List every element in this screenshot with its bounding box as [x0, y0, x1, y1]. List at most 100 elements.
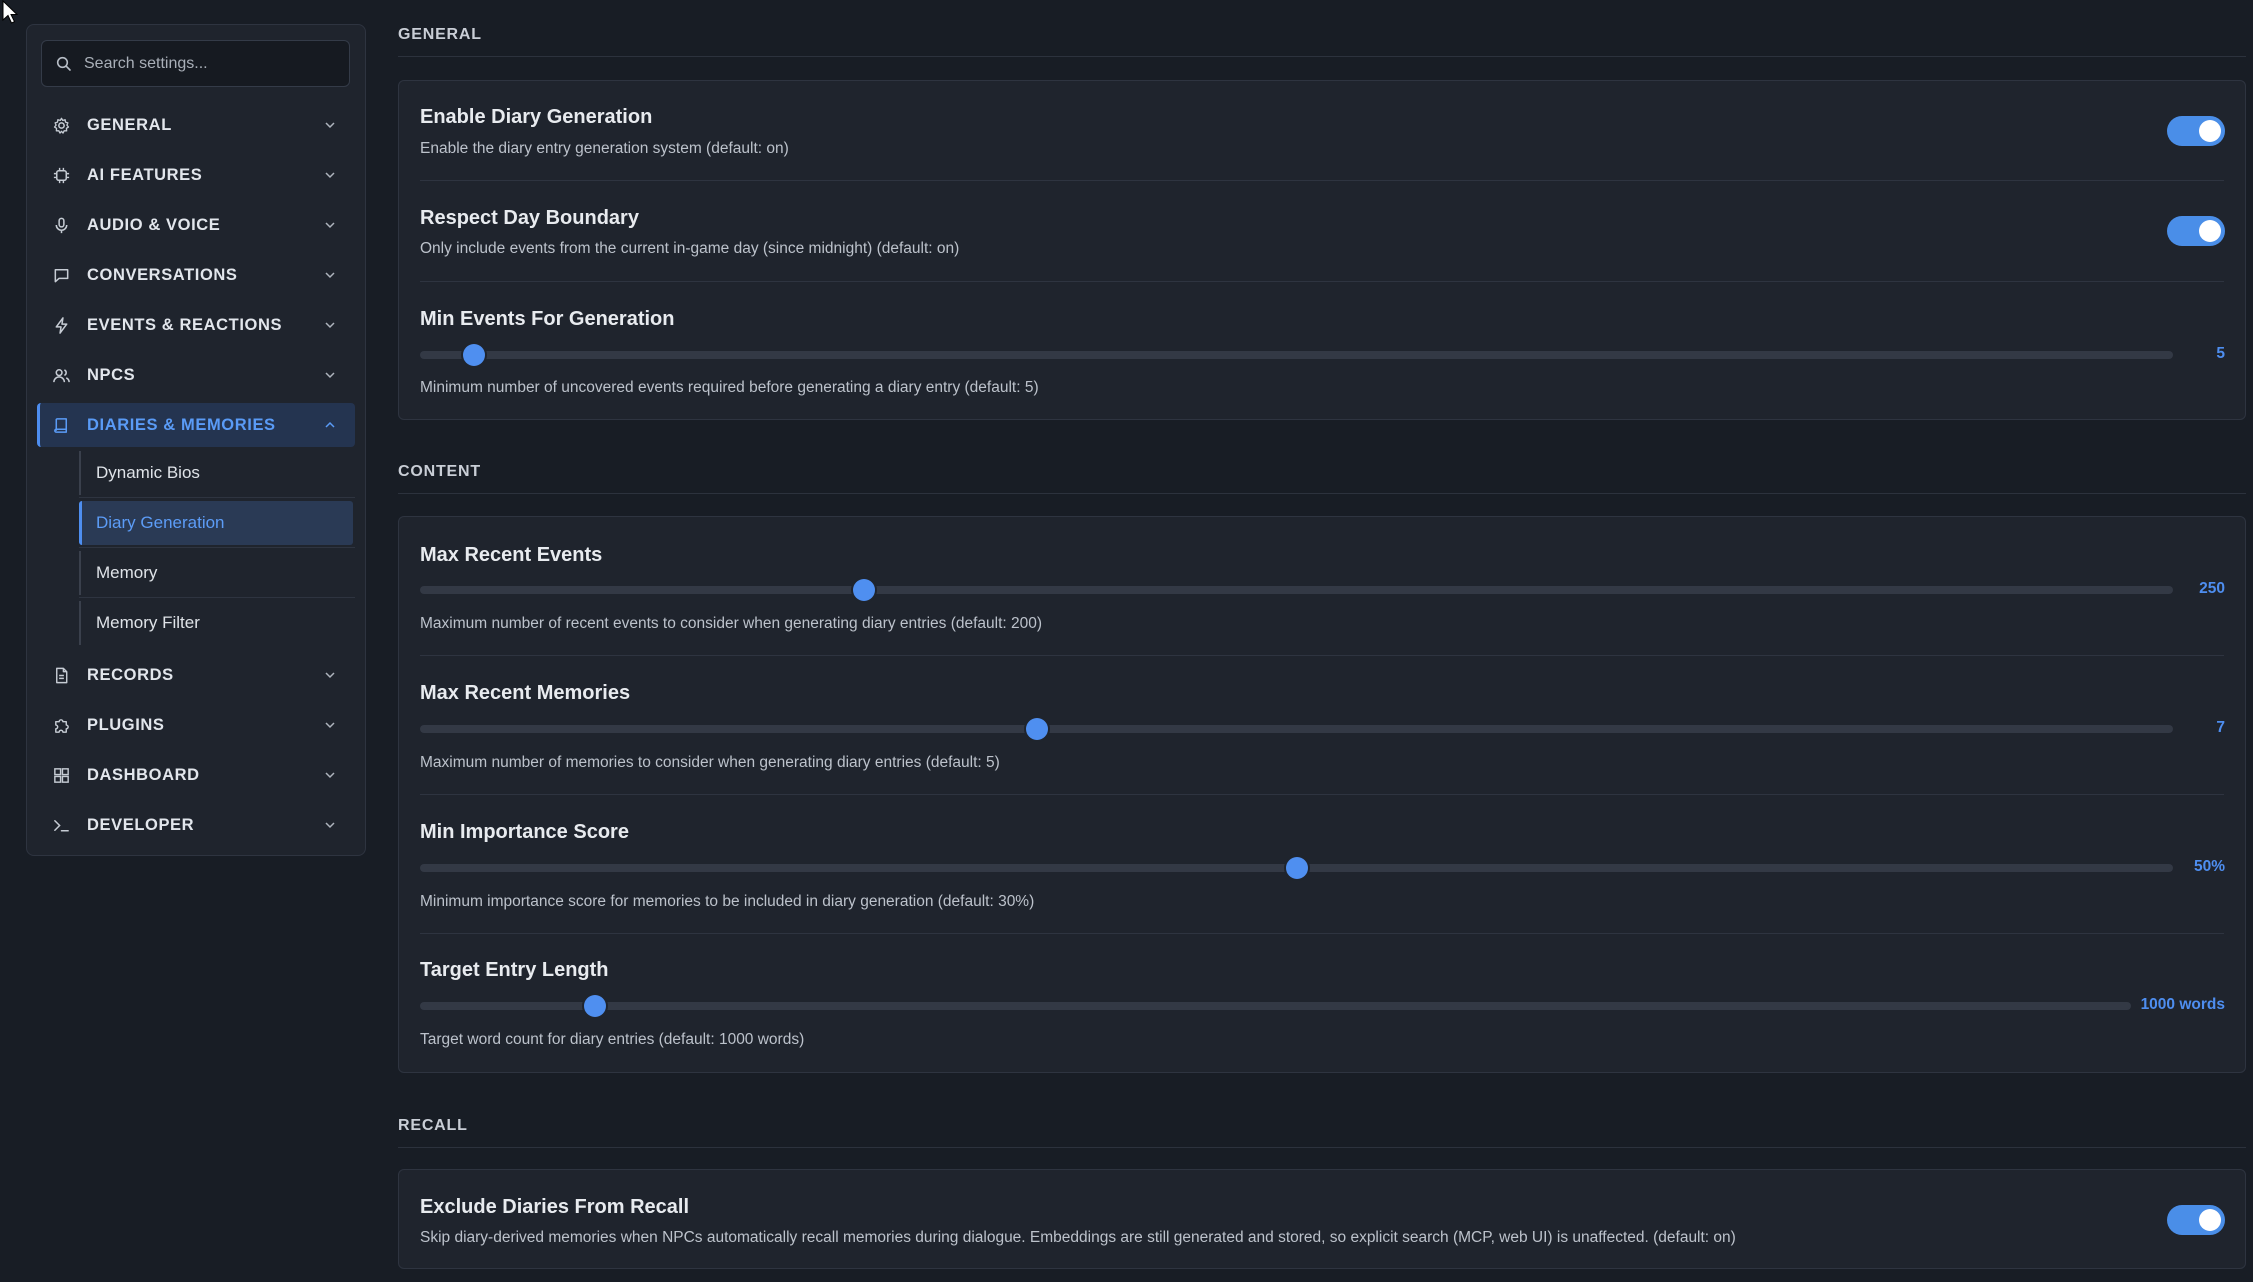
- mouse-cursor-icon: [2, 0, 19, 24]
- setting-label: Enable Diary Generation: [420, 106, 653, 128]
- divider: [79, 497, 355, 498]
- sidebar-item-developer[interactable]: DEVELOPER: [37, 803, 355, 847]
- setting-label: Target Entry Length: [420, 959, 609, 981]
- setting-label: Exclude Diaries From Recall: [420, 1196, 690, 1218]
- sidebar-item-audio-voice[interactable]: AUDIO & VOICE: [37, 203, 355, 247]
- sidebar-item-diaries-memories[interactable]: DIARIES & MEMORIES: [37, 403, 355, 447]
- sidebar-item-general[interactable]: GENERAL: [37, 103, 355, 147]
- sidebar-subitem-label: Dynamic Bios: [96, 463, 200, 482]
- lightning-icon: [51, 315, 71, 335]
- setting-description: Skip diary-derived memories when NPCs au…: [420, 1229, 1736, 1246]
- max-recent-events-slider[interactable]: [420, 579, 2173, 601]
- sidebar-item-label: NPCS: [87, 365, 136, 384]
- sidebar-subitem-label: Diary Generation: [96, 513, 225, 532]
- divider: [398, 56, 2246, 57]
- slider-thumb[interactable]: [852, 579, 875, 601]
- chevron-down-icon: [325, 772, 335, 779]
- sidebar-item-events-reactions[interactable]: EVENTS & REACTIONS: [37, 303, 355, 347]
- chip-icon: [51, 165, 71, 185]
- toggle-knob: [2199, 1209, 2221, 1231]
- sidebar-item-label: EVENTS & REACTIONS: [87, 315, 283, 334]
- chevron-down-icon: [325, 672, 335, 679]
- divider: [398, 493, 2246, 494]
- setting-min-events-for-generation: Min Events For Generation 5 Minimum numb…: [399, 281, 2245, 421]
- slider-thumb[interactable]: [1026, 718, 1049, 740]
- chevron-down-icon: [325, 222, 335, 229]
- exclude-diaries-toggle[interactable]: [2167, 1205, 2225, 1235]
- content-card: Max Recent Events 250 Maximum number of …: [398, 516, 2246, 1073]
- toggle-knob: [2199, 120, 2221, 142]
- section-title-general: GENERAL: [398, 26, 482, 43]
- sidebar-item-label: RECORDS: [87, 665, 174, 684]
- grid-icon: [51, 765, 71, 785]
- setting-label: Max Recent Events: [420, 544, 603, 566]
- slider-thumb[interactable]: [463, 344, 486, 366]
- sidebar-item-label: AI FEATURES: [87, 165, 203, 184]
- sidebar-item-ai-features[interactable]: AI FEATURES: [37, 153, 355, 197]
- slider-thumb[interactable]: [1285, 857, 1308, 879]
- puzzle-icon: [51, 715, 71, 735]
- slider-value: 7: [2216, 719, 2225, 736]
- setting-description: Maximum number of memories to consider w…: [420, 754, 1000, 771]
- setting-max-recent-events: Max Recent Events 250 Maximum number of …: [399, 517, 2245, 656]
- setting-description: Maximum number of recent events to consi…: [420, 615, 1043, 632]
- setting-max-recent-memories: Max Recent Memories 7 Maximum number of …: [399, 656, 2245, 795]
- settings-sidebar: GENERAL AI FEATURES AUDIO & VOICE CONVER…: [26, 24, 366, 856]
- section-title-content: CONTENT: [398, 463, 481, 480]
- chevron-down-icon: [325, 272, 335, 279]
- sidebar-item-dashboard[interactable]: DASHBOARD: [37, 753, 355, 797]
- target-entry-length-slider[interactable]: [420, 995, 2131, 1017]
- sidebar-item-label: GENERAL: [87, 115, 172, 134]
- slider-value: 1000 words: [2140, 996, 2225, 1013]
- respect-day-boundary-toggle[interactable]: [2167, 216, 2225, 246]
- setting-description: Only include events from the current in-…: [420, 240, 960, 257]
- chevron-down-icon: [325, 822, 335, 829]
- sidebar-subitem-memory[interactable]: Memory: [79, 551, 355, 595]
- microphone-icon: [51, 215, 71, 235]
- enable-diary-generation-toggle[interactable]: [2167, 116, 2225, 146]
- chevron-down-icon: [325, 322, 335, 329]
- setting-target-entry-length: Target Entry Length 1000 words Target wo…: [399, 934, 2245, 1073]
- sidebar-item-records[interactable]: RECORDS: [37, 653, 355, 697]
- sidebar-item-label: PLUGINS: [87, 715, 165, 734]
- section-title-recall: RECALL: [398, 1117, 468, 1134]
- terminal-icon: [51, 815, 71, 835]
- sidebar-subitem-dynamic-bios[interactable]: Dynamic Bios: [79, 451, 355, 495]
- sidebar-item-label: CONVERSATIONS: [87, 265, 238, 284]
- sidebar-item-label: DEVELOPER: [87, 815, 195, 834]
- min-events-slider[interactable]: [420, 344, 2173, 366]
- setting-exclude-diaries-from-recall: Exclude Diaries From Recall Skip diary-d…: [399, 1170, 2245, 1270]
- search-box[interactable]: [41, 40, 350, 87]
- document-icon: [51, 665, 71, 685]
- slider-value: 50%: [2193, 858, 2225, 875]
- setting-label: Min Importance Score: [420, 821, 629, 843]
- setting-label: Min Events For Generation: [420, 308, 675, 330]
- chat-bubble-icon: [51, 265, 71, 285]
- setting-description: Target word count for diary entries (def…: [420, 1031, 805, 1048]
- divider: [79, 547, 355, 548]
- setting-description: Minimum importance score for memories to…: [420, 893, 1035, 910]
- book-icon: [51, 415, 71, 435]
- slider-value: 250: [2199, 580, 2225, 597]
- setting-description: Minimum number of uncovered events requi…: [420, 379, 1039, 396]
- min-importance-slider[interactable]: [420, 857, 2173, 879]
- toggle-knob: [2199, 220, 2221, 242]
- sidebar-item-conversations[interactable]: CONVERSATIONS: [37, 253, 355, 297]
- sidebar-subitem-memory-filter[interactable]: Memory Filter: [79, 601, 355, 645]
- sidebar-item-npcs[interactable]: NPCS: [37, 353, 355, 397]
- max-recent-memories-slider[interactable]: [420, 718, 2173, 740]
- divider: [79, 597, 355, 598]
- search-input[interactable]: [82, 53, 336, 74]
- users-icon: [51, 365, 71, 385]
- setting-description: Enable the diary entry generation system…: [420, 140, 789, 157]
- slider-thumb[interactable]: [583, 995, 606, 1017]
- setting-label: Max Recent Memories: [420, 682, 631, 704]
- sidebar-item-plugins[interactable]: PLUGINS: [37, 703, 355, 747]
- chevron-down-icon: [325, 122, 335, 129]
- sidebar-subitem-diary-generation[interactable]: Diary Generation: [79, 501, 353, 545]
- slider-value: 5: [2216, 345, 2225, 362]
- general-card: Enable Diary Generation Enable the diary…: [398, 80, 2246, 420]
- sidebar-item-label: DASHBOARD: [87, 765, 200, 784]
- sidebar-subitem-label: Memory: [96, 563, 158, 582]
- chevron-down-icon: [325, 722, 335, 729]
